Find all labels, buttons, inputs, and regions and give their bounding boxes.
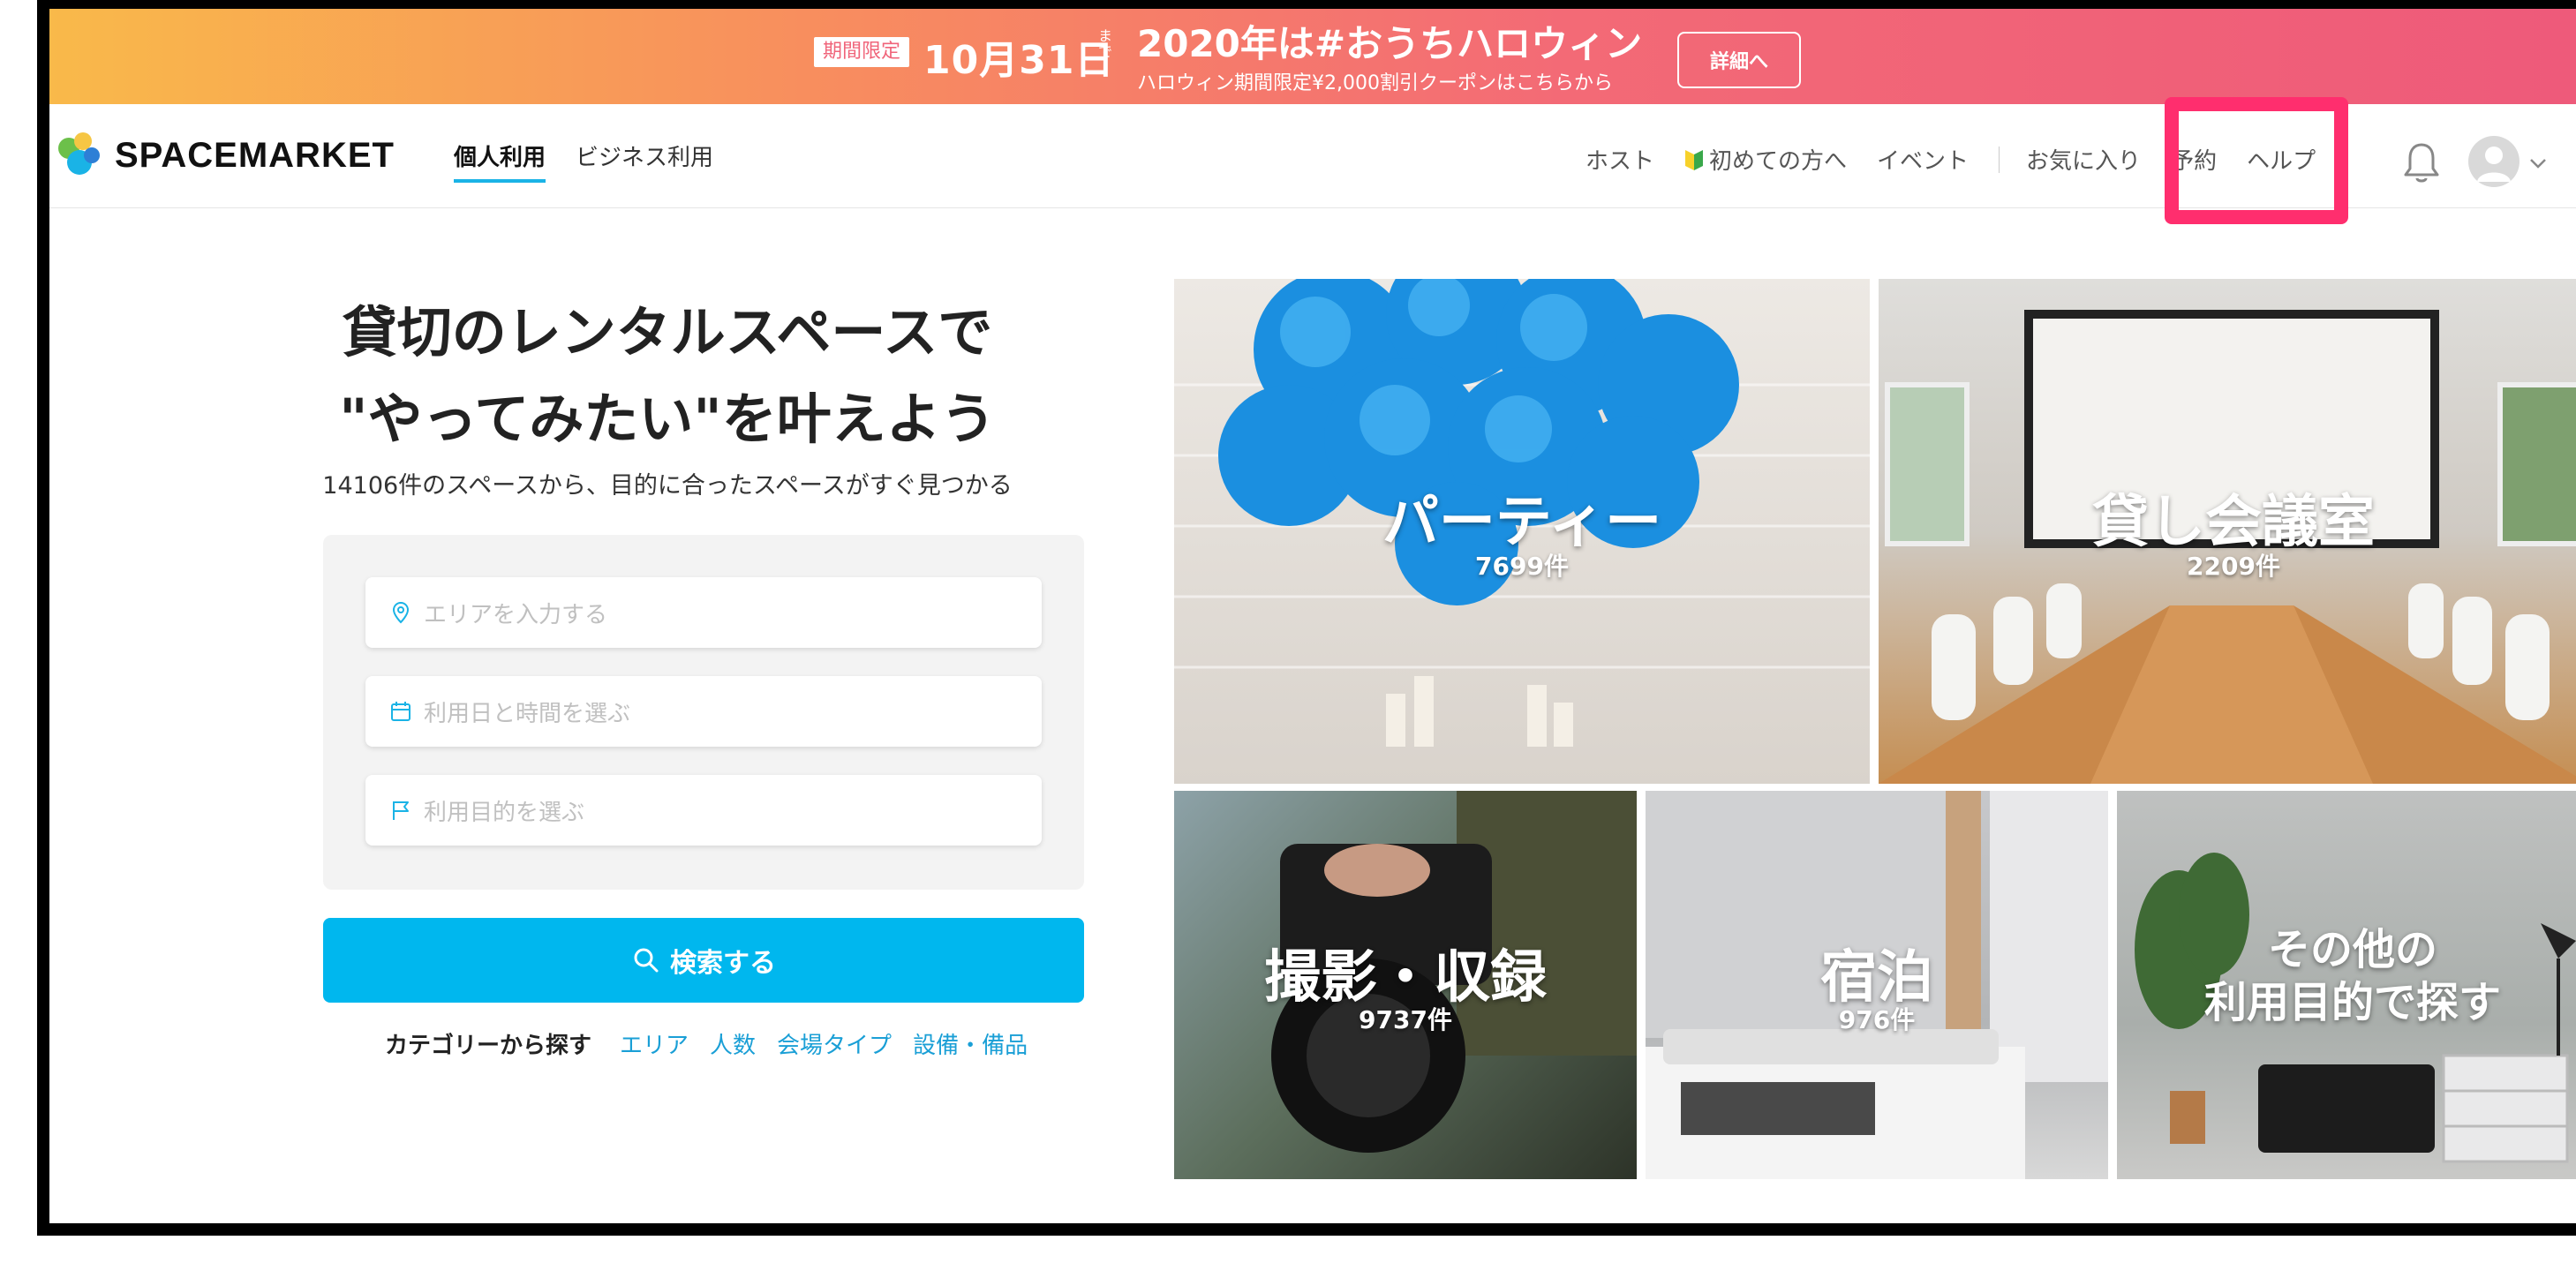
location-pin-icon: [392, 601, 410, 624]
date-time-field[interactable]: 利用日と時間を選ぶ: [365, 676, 1042, 747]
search-button-label: 検索する: [670, 948, 776, 979]
tile-meeting-room-title: 貸し会議室: [2092, 490, 2375, 555]
flag-icon: [393, 801, 409, 820]
tile-party[interactable]: パーティー 7699件: [1174, 279, 1870, 784]
tile-photo-shoot[interactable]: 撮影・収録 9737件: [1174, 791, 1637, 1179]
category-link-equipment[interactable]: 設備・備品: [913, 1027, 1028, 1060]
tile-other-purposes-line2: 利用目的で探す: [2203, 978, 2501, 1027]
logo-wordmark: SPACEMARKET: [115, 135, 395, 175]
date-time-placeholder: 利用日と時間を選ぶ: [424, 700, 631, 727]
category-links: カテゴリーから探す エリア 人数 会場タイプ 設備・備品: [385, 1027, 1028, 1060]
promo-detail-button[interactable]: 詳細へ: [1677, 32, 1801, 88]
promo-until-label: まで: [1098, 27, 1113, 60]
nav-divider: [1999, 146, 2000, 173]
limited-time-tag: 期間限定: [814, 37, 910, 67]
tile-party-count: 7699件: [1475, 552, 1569, 581]
tile-meeting-room-count: 2209件: [2187, 552, 2280, 581]
category-link-venue-type[interactable]: 会場タイプ: [777, 1027, 892, 1060]
search-icon: [634, 948, 659, 973]
browser-frame: 期間限定 10月31日 まで 2020年は#おうちハロウィン ハロウィン期間限定…: [37, 0, 2576, 1236]
tile-other-purposes-line1: その他の: [2267, 925, 2437, 974]
area-field[interactable]: エリアを入力する: [365, 577, 1042, 648]
user-avatar[interactable]: [2468, 136, 2520, 187]
promo-banner[interactable]: 期間限定 10月31日 まで 2020年は#おうちハロウィン ハロウィン期間限定…: [49, 9, 2576, 104]
tab-business[interactable]: ビジネス利用: [576, 139, 713, 183]
hero-subtitle: 14106件のスペースから、目的に合ったスペースがすぐ見つかる: [322, 472, 1013, 500]
tile-party-title: パーティー: [1382, 490, 1662, 555]
purpose-field[interactable]: 利用目的を選ぶ: [365, 775, 1042, 846]
hero-title-line1: 貸切のレンタルスペースで: [342, 300, 993, 365]
beginner-mark-icon: [1685, 149, 1704, 170]
promo-end-date: 10月31日: [923, 38, 1115, 83]
tab-personal[interactable]: 個人利用: [454, 139, 546, 183]
spacemarket-logo[interactable]: SPACEMARKET: [53, 129, 395, 182]
bell-icon[interactable]: [2401, 141, 2442, 185]
hero-title-line2: "やってみたい"を叶えよう: [339, 387, 996, 451]
search-panel: エリアを入力する 利用日と時間を選ぶ 利用目的を選ぶ: [323, 535, 1084, 890]
promo-headline: 2020年は#おうちハロウィン: [1137, 22, 1643, 65]
hero-title: 貸切のレンタルスペースで "やってみたい"を叶えよう: [297, 289, 1038, 462]
search-button[interactable]: 検索する: [323, 918, 1084, 1003]
chevron-down-icon[interactable]: [2528, 154, 2548, 173]
tile-meeting-room[interactable]: 貸し会議室 2209件: [1879, 279, 2576, 784]
tile-stay-count: 976件: [1838, 1005, 1916, 1034]
usage-tabs: 個人利用 ビジネス利用: [454, 139, 713, 183]
promo-subtext: ハロウィン期間限定¥2,000割引クーポンはこちらから: [1137, 72, 1613, 94]
user-avatar-icon: [2477, 147, 2511, 182]
nav-link-beginner[interactable]: 初めての方へ: [1684, 143, 1847, 176]
area-placeholder: エリアを入力する: [424, 601, 608, 628]
tile-stay[interactable]: 宿泊 976件: [1646, 791, 2108, 1179]
tile-photo-shoot-count: 9737件: [1359, 1005, 1452, 1034]
purpose-placeholder: 利用目的を選ぶ: [424, 799, 585, 826]
category-label: カテゴリーから探す: [385, 1033, 592, 1059]
reservations-highlight-box: [2165, 97, 2348, 224]
spacemarket-logo-icon: [58, 132, 100, 175]
nav-link-host[interactable]: ホスト: [1586, 143, 1654, 176]
nav-link-beginner-label: 初めての方へ: [1709, 148, 1848, 175]
tile-other-purposes[interactable]: その他の 利用目的で探す: [2117, 791, 2576, 1179]
nav-link-event[interactable]: イベント: [1877, 143, 1969, 176]
calendar-icon: [391, 702, 411, 721]
category-link-people[interactable]: 人数: [710, 1027, 756, 1060]
nav-link-favorites[interactable]: お気に入り: [2026, 143, 2141, 176]
category-link-area[interactable]: エリア: [620, 1027, 689, 1060]
tile-other-purposes-title: その他の 利用目的で探す: [2117, 923, 2576, 1029]
